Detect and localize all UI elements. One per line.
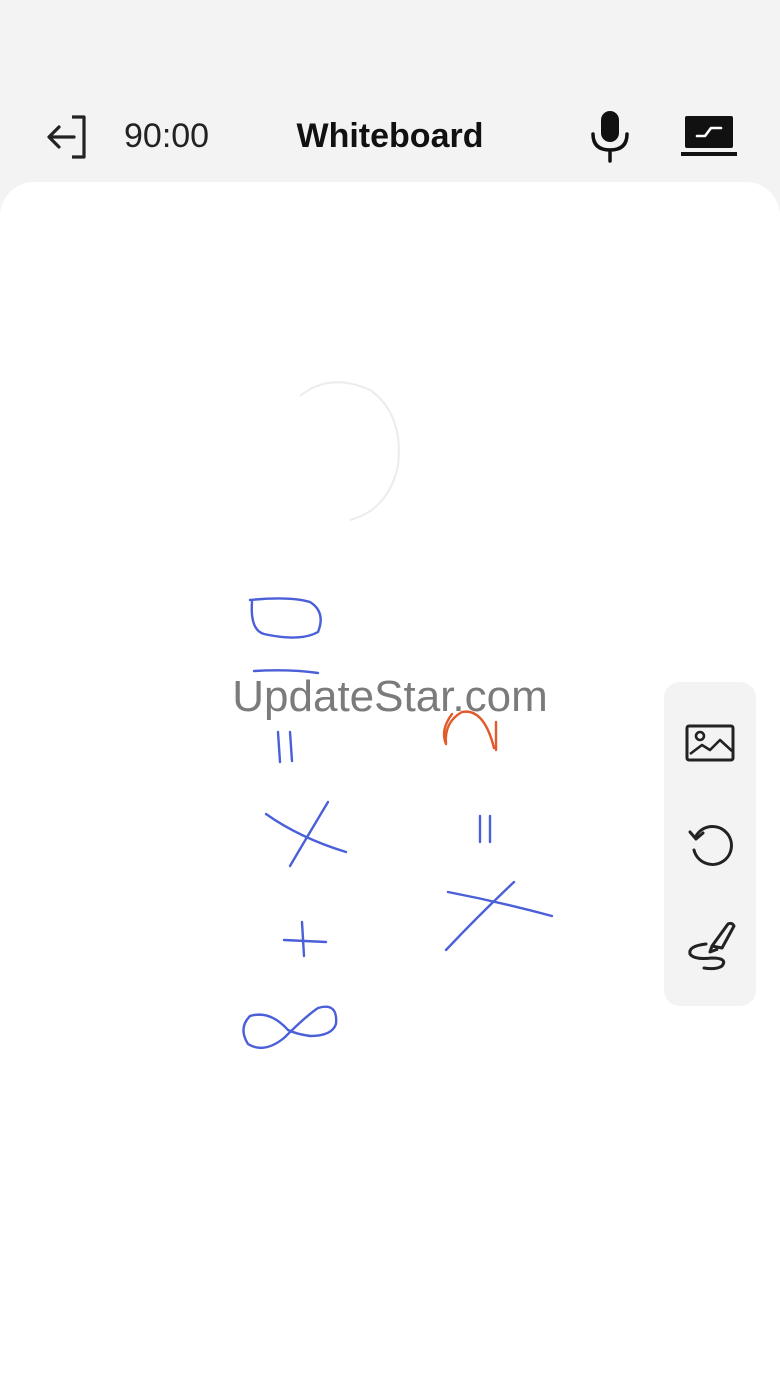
microphone-icon [591, 111, 629, 163]
image-tool-button[interactable] [680, 714, 740, 774]
screen-share-icon [681, 116, 737, 156]
microphone-button[interactable] [582, 104, 638, 168]
image-icon [685, 724, 735, 762]
screen-share-button[interactable] [676, 108, 742, 164]
ink-stroke [444, 880, 554, 952]
ink-stroke [264, 800, 348, 868]
undo-icon [688, 825, 733, 866]
ink-stroke [248, 597, 322, 639]
pen-tool-button[interactable] [680, 914, 740, 974]
ink-stroke [282, 920, 328, 958]
ink-stroke [252, 669, 320, 675]
top-bar: 90:00 Whiteboard [0, 0, 780, 182]
ink-stroke [242, 1005, 338, 1050]
undo-button[interactable] [680, 814, 740, 874]
ink-stroke [276, 730, 294, 764]
whiteboard-canvas[interactable]: UpdateStar.com [0, 182, 780, 1387]
ink-stroke [442, 710, 498, 752]
tool-panel [664, 682, 756, 1006]
ink-stroke [478, 814, 492, 844]
faint-stroke [299, 381, 400, 521]
ink-layer [242, 381, 554, 1050]
pen-icon [688, 921, 736, 971]
page-title: Whiteboard [296, 117, 484, 155]
